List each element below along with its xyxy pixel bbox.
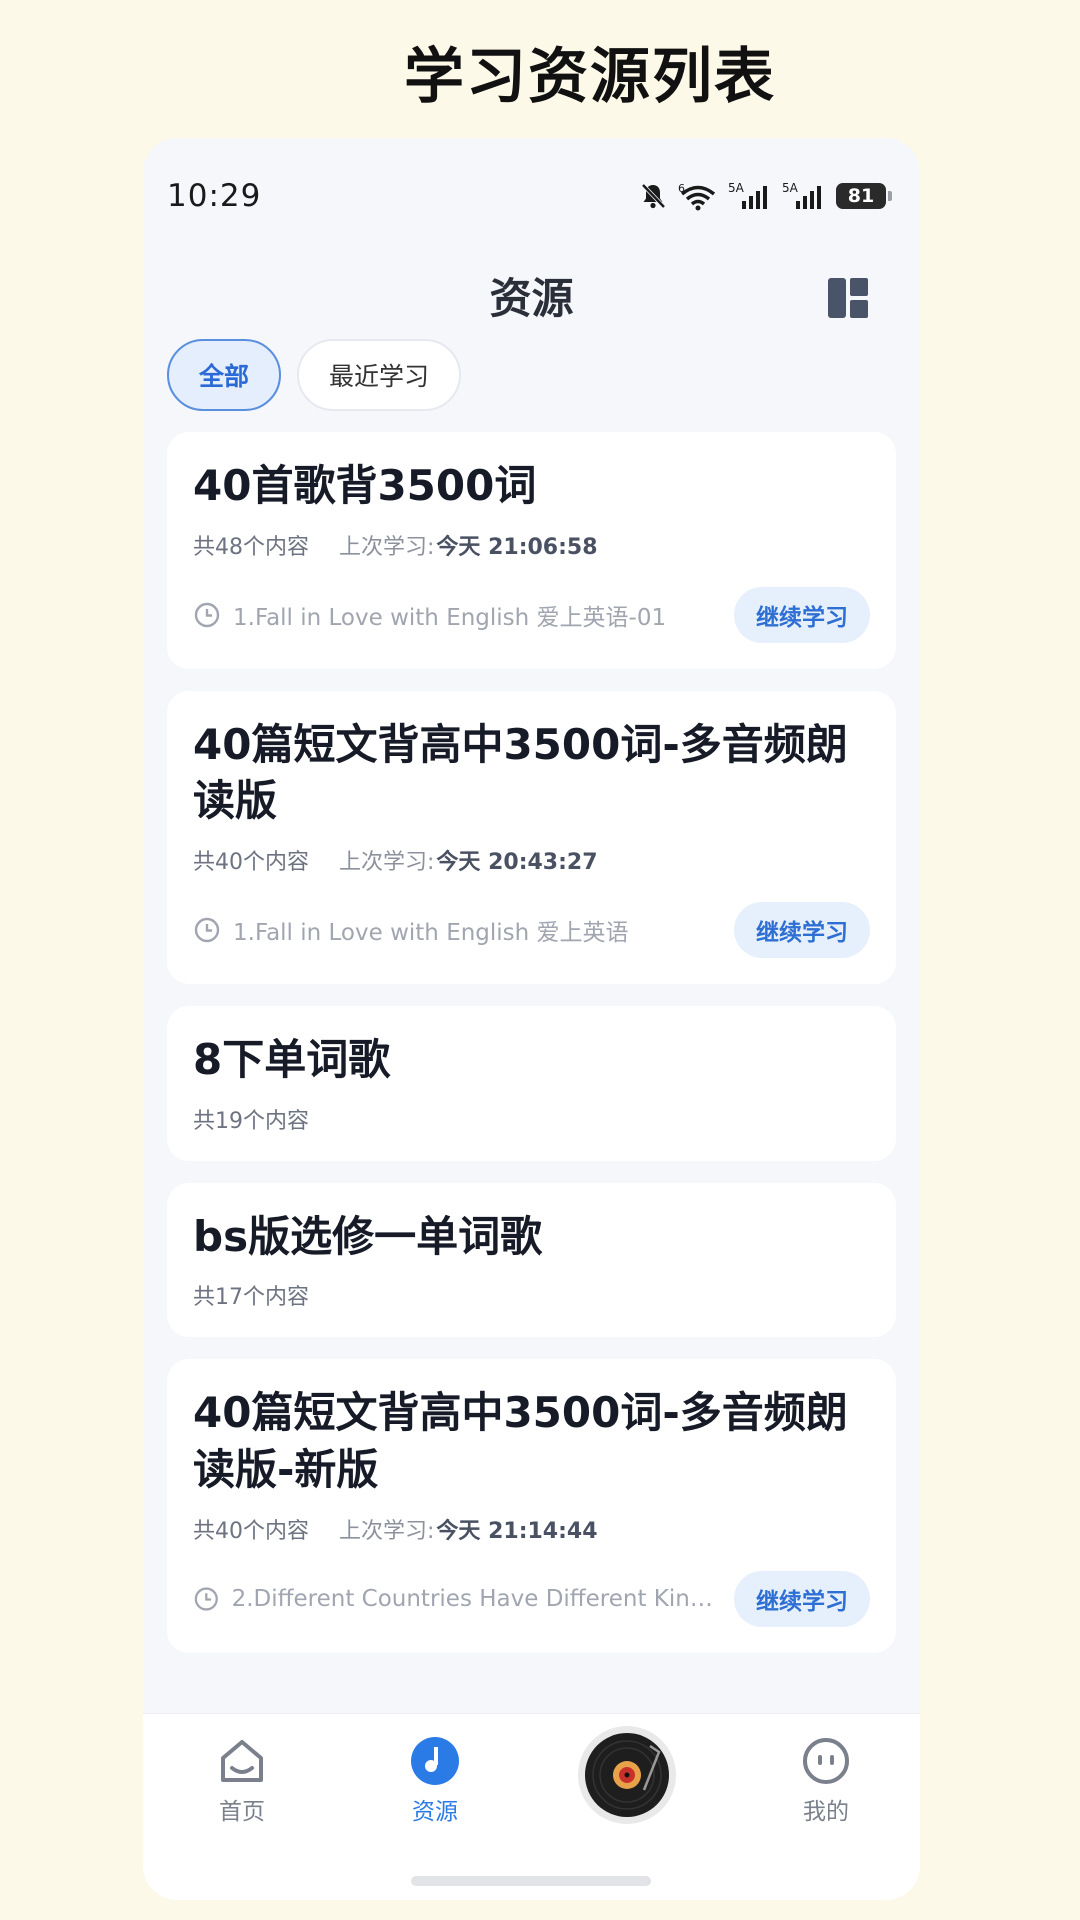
continue-button[interactable]: 继续学习: [734, 902, 870, 959]
filter-chips: 全部 最近学习: [167, 339, 462, 411]
tab-home-label: 首页: [219, 1799, 265, 1825]
last-item: 1.Fall in Love with English 爱上英语-01: [193, 598, 713, 632]
continue-button[interactable]: 继续学习: [734, 586, 870, 643]
page-heading: 学习资源列表: [404, 42, 776, 112]
content-count: 共40个内容: [193, 1518, 309, 1544]
svg-text:5A: 5A: [728, 181, 745, 195]
cell-signal-icon-2: 5A: [782, 181, 826, 211]
last-item-title: 1.Fall in Love with English 爱上英语: [233, 920, 629, 947]
card-title: 40篇短文背高中3500词-多音频朗读版: [193, 719, 848, 826]
card-meta: 共19个内容: [193, 1103, 870, 1135]
battery-icon: 81: [836, 183, 892, 209]
resource-card[interactable]: 40篇短文背高中3500词-多音频朗读版 共40个内容 上次学习:今天 20:4…: [167, 690, 896, 985]
card-title: bs版选修一单词歌: [193, 1211, 543, 1261]
card-footer: 2.Different Countries Have Different Kin…: [193, 1570, 870, 1627]
last-study-label: 上次学习:: [339, 534, 435, 560]
vinyl-record-button[interactable]: [578, 1726, 676, 1824]
card-meta: 共48个内容 上次学习:今天 21:06:58: [193, 529, 870, 561]
clock-icon: [194, 917, 220, 943]
last-item-title: 1.Fall in Love with English 爱上英语-01: [233, 604, 667, 631]
battery-level: 81: [836, 183, 886, 209]
card-footer: 1.Fall in Love with English 爱上英语 继续学习: [193, 902, 870, 959]
tab-me[interactable]: 我的: [766, 1736, 886, 1826]
continue-button[interactable]: 继续学习: [734, 1570, 870, 1627]
last-study-time: 今天 21:14:44: [436, 1518, 598, 1544]
nav-title: 资源: [489, 273, 574, 323]
phone-screen: 10:29 6 5A 5A 81 资源 全部 最近学习 40首歌背3500词 共…: [143, 138, 920, 1900]
bottom-tab-bar: 首页 资源 我的: [143, 1713, 920, 1900]
filter-chip-recent[interactable]: 最近学习: [297, 339, 462, 411]
content-count: 共40个内容: [193, 850, 309, 876]
card-meta: 共40个内容 上次学习:今天 20:43:27: [193, 844, 870, 876]
card-footer: 1.Fall in Love with English 爱上英语-01 继续学习: [193, 586, 870, 643]
resource-card[interactable]: 40篇短文背高中3500词-多音频朗读版-新版 共40个内容 上次学习:今天 2…: [167, 1359, 896, 1653]
home-indicator: [411, 1876, 651, 1886]
last-study-time: 今天 21:06:58: [436, 534, 598, 560]
cell-signal-icon: 5A: [728, 181, 772, 211]
home-icon: [221, 1740, 263, 1782]
card-title: 8下单词歌: [193, 1035, 391, 1085]
resource-card[interactable]: bs版选修一单词歌 共17个内容: [167, 1182, 896, 1338]
music-note-icon: [411, 1737, 459, 1785]
last-item-title: 2.Different Countries Have Different Kin…: [231, 1585, 713, 1612]
vinyl-record-icon: [585, 1733, 669, 1817]
last-item: 1.Fall in Love with English 爱上英语: [193, 913, 713, 947]
card-title: 40篇短文背高中3500词-多音频朗读版-新版: [193, 1388, 848, 1495]
clock-icon: [194, 602, 220, 627]
status-icons: 6 5A 5A 81: [638, 181, 892, 211]
mute-icon: [638, 181, 668, 211]
clock-icon: [194, 1587, 218, 1611]
status-time: 10:29: [167, 178, 262, 214]
card-meta: 共40个内容 上次学习:今天 21:14:44: [193, 1513, 870, 1545]
tab-resources-label: 资源: [412, 1799, 458, 1825]
resource-card[interactable]: 8下单词歌 共19个内容: [167, 1006, 896, 1161]
last-study-time: 今天 20:43:27: [436, 850, 598, 876]
card-title: 40首歌背3500词: [193, 461, 537, 510]
content-count: 共48个内容: [193, 534, 309, 560]
content-count: 共17个内容: [193, 1285, 309, 1311]
tab-me-label: 我的: [803, 1799, 849, 1825]
resource-card[interactable]: 40首歌背3500词 共48个内容 上次学习:今天 21:06:58 1.Fal…: [167, 432, 896, 669]
layout-grid-icon[interactable]: [828, 278, 868, 318]
filter-chip-all[interactable]: 全部: [167, 339, 282, 411]
last-study-label: 上次学习:: [339, 1518, 435, 1544]
last-study-label: 上次学习:: [339, 850, 435, 876]
wifi-icon: 6: [678, 181, 718, 211]
resource-list: 40首歌背3500词 共48个内容 上次学习:今天 21:06:58 1.Fal…: [167, 432, 896, 1653]
last-item: 2.Different Countries Have Different Kin…: [193, 1585, 713, 1613]
card-meta: 共17个内容: [193, 1279, 870, 1311]
tab-resources[interactable]: 资源: [375, 1736, 495, 1826]
status-bar: 10:29 6 5A 5A 81: [143, 174, 920, 218]
profile-face-icon: [803, 1738, 849, 1784]
content-count: 共19个内容: [193, 1108, 309, 1134]
tab-home[interactable]: 首页: [182, 1736, 302, 1826]
svg-text:5A: 5A: [782, 181, 799, 195]
nav-header: 资源: [143, 250, 920, 340]
